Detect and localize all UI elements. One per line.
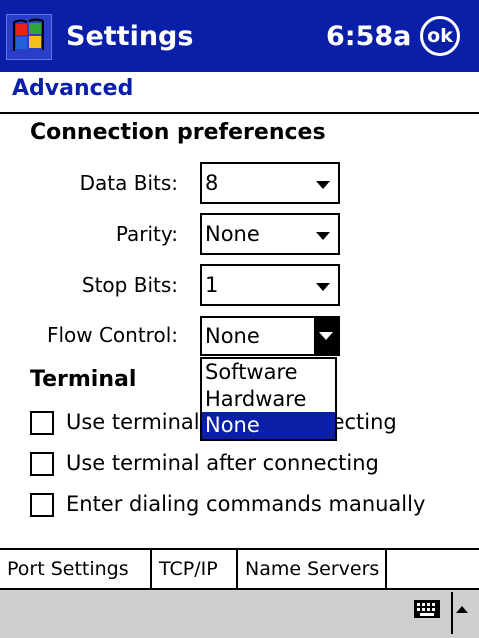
stop-bits-label: Stop Bits: [81,273,178,297]
flow-option-hardware[interactable]: Hardware [202,386,335,413]
windows-flag-icon [13,18,44,51]
manual-dialing-label[interactable]: Enter dialing commands manually [66,490,425,518]
manual-dialing-checkbox[interactable] [30,493,54,517]
flow-control-label: Flow Control: [46,323,178,347]
flow-control-value: None [205,324,260,348]
flow-option-none[interactable]: None [202,412,335,439]
terminal-heading: Terminal [30,367,137,392]
tab-tcp-ip[interactable]: TCP/IP [152,548,238,590]
data-bits-value: 8 [205,171,219,195]
app-title: Settings [66,21,194,52]
stop-bits-value: 1 [205,273,219,297]
tab-name-servers[interactable]: Name Servers [238,548,387,590]
up-arrow-icon[interactable] [456,606,468,613]
parity-value: None [205,222,260,246]
stop-bits-dropdown[interactable]: 1 [200,264,340,306]
data-bits-dropdown[interactable]: 8 [200,162,340,204]
flow-option-software[interactable]: Software [202,359,335,386]
chevron-down-icon [316,283,330,291]
parity-label: Parity: [115,222,178,246]
connection-preferences-heading: Connection preferences [30,120,326,145]
clock[interactable]: 6:58a [326,14,411,60]
use-terminal-after-checkbox[interactable] [30,452,54,476]
keyboard-icon[interactable] [414,600,440,618]
heading-divider [0,112,479,114]
tab-strip: Port Settings TCP/IP Name Servers [0,548,479,590]
use-terminal-before-checkbox[interactable] [30,411,54,435]
data-bits-label: Data Bits: [79,171,178,195]
chevron-down-icon [319,332,333,340]
parity-dropdown[interactable]: None [200,213,340,255]
page-title: Advanced [12,76,134,101]
flow-control-dropdown[interactable]: None [200,316,340,356]
chevron-down-icon [316,232,330,240]
dropdown-button[interactable] [314,318,338,354]
ok-button[interactable]: ok [420,16,460,56]
start-menu-button[interactable] [6,14,52,60]
sip-divider [451,592,453,634]
flow-control-options: Software Hardware None [200,357,337,441]
tab-port-settings[interactable]: Port Settings [0,550,152,590]
menu-bar [0,588,479,638]
use-terminal-after-label[interactable]: Use terminal after connecting [66,449,379,477]
chevron-down-icon [316,181,330,189]
